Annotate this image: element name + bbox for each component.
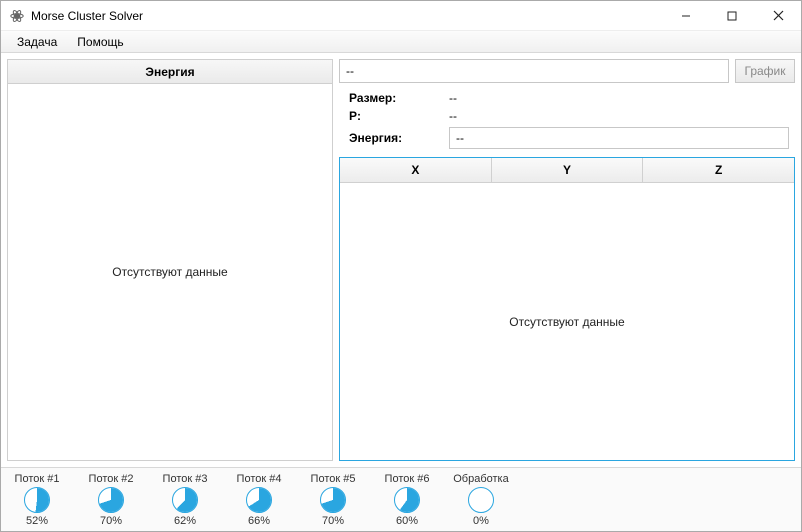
maximize-button[interactable]: [709, 1, 755, 30]
thread-indicator: Обработка 0%: [453, 473, 509, 527]
content-area: Энергия Отсутствуют данные График Размер…: [1, 53, 801, 467]
col-z[interactable]: Z: [643, 158, 794, 182]
progress-pie-icon: [468, 487, 494, 513]
thread-indicator: Поток #3 62%: [157, 473, 213, 527]
size-label: Размер:: [349, 91, 449, 105]
thread-percent: 62%: [174, 515, 196, 527]
thread-name: Поток #4: [237, 473, 282, 485]
statusbar: Поток #152%Поток #270%Поток #362%Поток #…: [1, 467, 801, 531]
thread-percent: 70%: [100, 515, 122, 527]
progress-pie-icon: [394, 487, 420, 513]
thread-name: Поток #3: [163, 473, 208, 485]
close-button[interactable]: [755, 1, 801, 30]
thread-name: Поток #5: [311, 473, 356, 485]
progress-pie-icon: [246, 487, 272, 513]
app-icon: [9, 8, 25, 24]
energy-panel-empty: Отсутствуют данные: [8, 84, 332, 460]
progress-pie-icon: [98, 487, 124, 513]
col-x[interactable]: X: [340, 158, 492, 182]
thread-name: Поток #6: [385, 473, 430, 485]
titlebar: Morse Cluster Solver: [1, 1, 801, 31]
thread-percent: 60%: [396, 515, 418, 527]
energy-input[interactable]: [449, 127, 789, 149]
energy-panel: Энергия Отсутствуют данные: [7, 59, 333, 461]
thread-percent: 66%: [248, 515, 270, 527]
thread-indicator: Поток #2 70%: [83, 473, 139, 527]
menu-task[interactable]: Задача: [7, 32, 67, 52]
energy-panel-header: Энергия: [8, 60, 332, 84]
thread-indicator: Поток #1 52%: [9, 473, 65, 527]
thread-indicator: Поток #5 70%: [305, 473, 361, 527]
table-header: X Y Z: [340, 158, 794, 182]
progress-pie-icon: [24, 487, 50, 513]
col-y[interactable]: Y: [492, 158, 644, 182]
window-controls: [663, 1, 801, 30]
info-grid: Размер: -- P: -- Энергия:: [339, 89, 795, 151]
thread-name: Обработка: [453, 473, 508, 485]
energy-label: Энергия:: [349, 131, 449, 145]
thread-name: Поток #1: [15, 473, 60, 485]
search-row: График: [339, 59, 795, 83]
minimize-button[interactable]: [663, 1, 709, 30]
thread-name: Поток #2: [89, 473, 134, 485]
graph-button[interactable]: График: [735, 59, 795, 83]
details-panel: График Размер: -- P: -- Энергия: X Y Z О…: [339, 59, 795, 461]
table-empty: Отсутствуют данные: [340, 182, 794, 460]
search-input[interactable]: [339, 59, 729, 83]
thread-percent: 70%: [322, 515, 344, 527]
progress-pie-icon: [172, 487, 198, 513]
window-title: Morse Cluster Solver: [31, 9, 663, 23]
menubar: Задача Помощь: [1, 31, 801, 53]
p-label: P:: [349, 109, 449, 123]
coords-table: X Y Z Отсутствуют данные: [339, 157, 795, 461]
p-value: --: [449, 109, 789, 123]
menu-help[interactable]: Помощь: [67, 32, 133, 52]
app-window: Morse Cluster Solver Задача Помощь Энерг…: [0, 0, 802, 532]
size-value: --: [449, 91, 789, 105]
thread-percent: 52%: [26, 515, 48, 527]
thread-indicator: Поток #6 60%: [379, 473, 435, 527]
thread-indicator: Поток #4 66%: [231, 473, 287, 527]
progress-pie-icon: [320, 487, 346, 513]
thread-percent: 0%: [473, 515, 489, 527]
